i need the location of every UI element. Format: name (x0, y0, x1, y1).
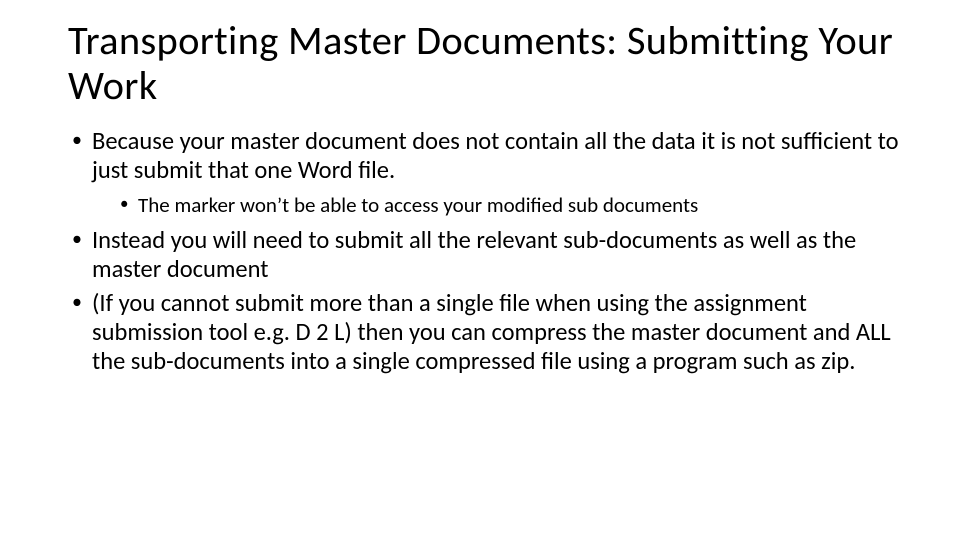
bullet-text: Instead you will need to submit all the … (92, 225, 856, 284)
slide: Transporting Master Documents: Submittin… (0, 0, 960, 540)
bullet-text: (If you cannot submit more than a single… (92, 288, 891, 377)
bullet-list: Because your master document does not co… (68, 127, 900, 377)
list-item: Instead you will need to submit all the … (68, 226, 900, 285)
sub-bullet-list: The marker won’t be able to access your … (92, 192, 900, 218)
list-item: The marker won’t be able to access your … (92, 192, 900, 218)
slide-title: Transporting Master Documents: Submittin… (68, 18, 900, 109)
list-item: (If you cannot submit more than a single… (68, 289, 900, 377)
bullet-text: The marker won’t be able to access your … (138, 192, 698, 218)
bullet-text: Because your master document does not co… (92, 126, 899, 185)
list-item: Because your master document does not co… (68, 127, 900, 218)
